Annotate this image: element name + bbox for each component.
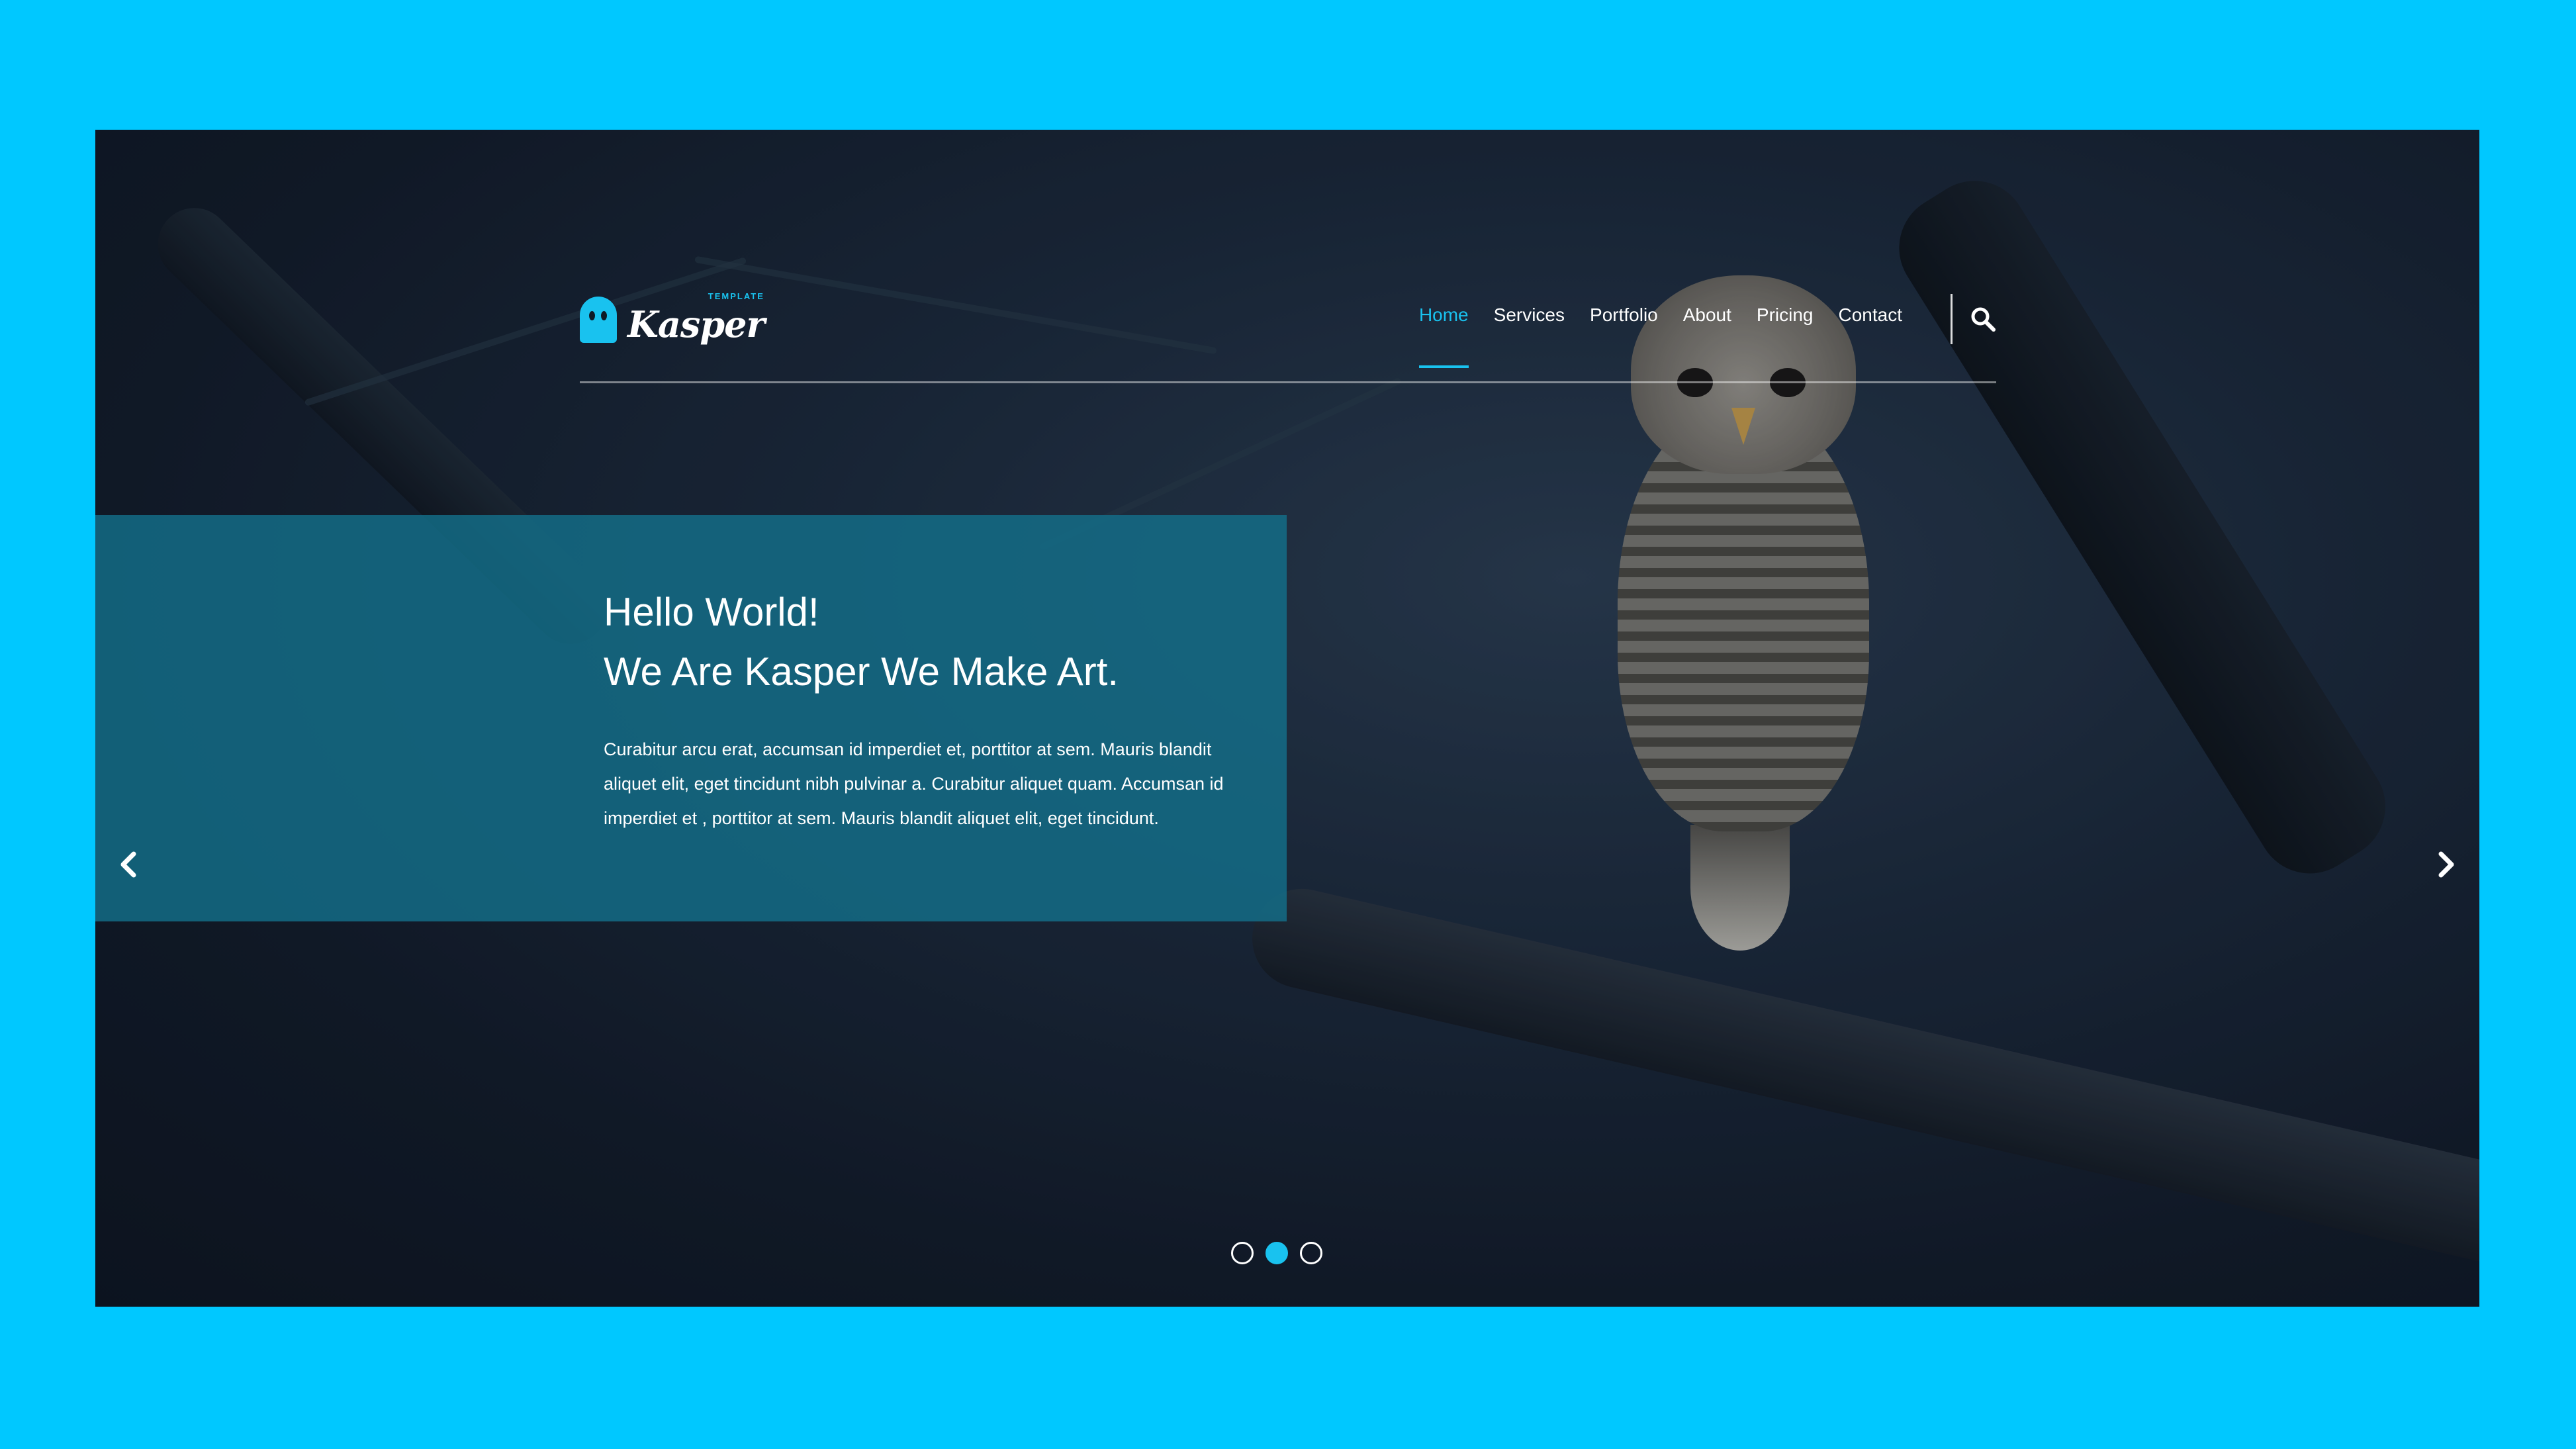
hero-title-line-1: Hello World! [604, 590, 819, 634]
logo-name: Kasper [627, 303, 765, 346]
hero-title-line-2: We Are Kasper We Make Art. [604, 649, 1119, 694]
logo-tagline: TEMPLATE [708, 291, 764, 301]
site-header: Kasper TEMPLATE Home Services Portfolio … [580, 291, 1996, 383]
hero-slider: Kasper TEMPLATE Home Services Portfolio … [95, 130, 2479, 1307]
nav-item-home[interactable]: Home [1418, 304, 1469, 368]
slider-prev-button[interactable] [110, 845, 150, 884]
nav-item-contact[interactable]: Contact [1839, 304, 1903, 365]
hero-caption-box: Hello World! We Are Kasper We Make Art. … [95, 515, 1287, 921]
chevron-left-icon [120, 851, 136, 878]
logo-wordmark: Kasper TEMPLATE [627, 291, 765, 346]
main-nav: Home Services Portfolio About Pricing Co… [1418, 304, 1903, 368]
nav-item-pricing[interactable]: Pricing [1757, 304, 1814, 365]
slider-dot-2[interactable] [1265, 1242, 1288, 1264]
slider-next-button[interactable] [2425, 845, 2465, 884]
logo[interactable]: Kasper TEMPLATE [580, 291, 765, 346]
nav-item-portfolio[interactable]: Portfolio [1590, 304, 1658, 365]
slider-dot-1[interactable] [1231, 1242, 1254, 1264]
nav-divider [1951, 294, 1953, 344]
hero-title: Hello World! We Are Kasper We Make Art. [604, 583, 1239, 702]
search-button[interactable] [1970, 306, 1996, 332]
hero-caption-content: Hello World! We Are Kasper We Make Art. … [604, 583, 1239, 835]
ghost-logo-icon [580, 297, 617, 343]
nav-item-about[interactable]: About [1683, 304, 1731, 365]
hero-description: Curabitur arcu erat, accumsan id imperdi… [604, 739, 1224, 828]
chevron-right-icon [2438, 851, 2454, 878]
search-icon [1971, 307, 1996, 332]
slider-dot-3[interactable] [1300, 1242, 1322, 1264]
slider-dots [1231, 1242, 1322, 1264]
nav-item-services[interactable]: Services [1494, 304, 1565, 365]
